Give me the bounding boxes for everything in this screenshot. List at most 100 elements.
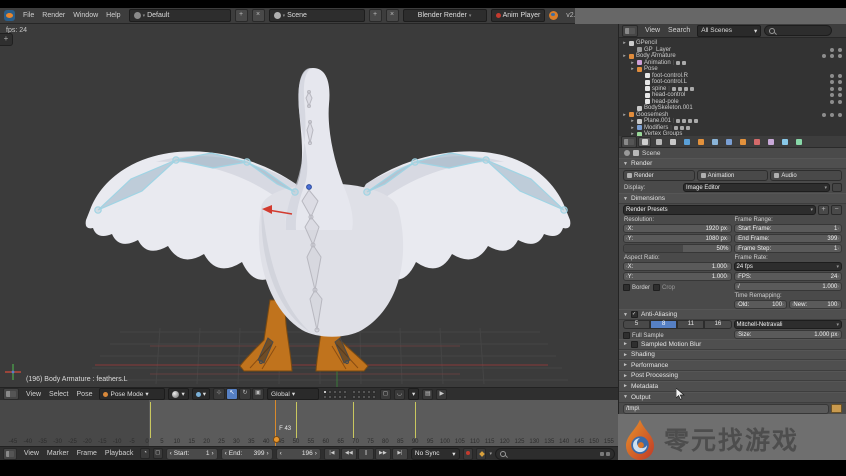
layer-toggle[interactable]: [323, 395, 327, 399]
layer-toggle[interactable]: [323, 390, 327, 394]
bone-icon[interactable]: [682, 61, 686, 65]
tab-material[interactable]: [750, 137, 763, 147]
scale-manipulator-icon[interactable]: ▣: [252, 388, 264, 400]
layer-toggle[interactable]: [362, 390, 366, 394]
menu-item[interactable]: Playback: [101, 450, 137, 457]
shading-dropdown[interactable]: ▾: [168, 388, 188, 400]
restrict-select-icon[interactable]: [838, 93, 842, 97]
menu-item[interactable]: Frame: [73, 450, 101, 457]
layer-toggle[interactable]: [357, 395, 361, 399]
rotate-manipulator-icon[interactable]: ↻: [239, 388, 251, 400]
eye-icon[interactable]: [830, 74, 834, 78]
layer-toggle[interactable]: [372, 395, 376, 399]
restrict-select-icon[interactable]: [838, 74, 842, 78]
menu-item[interactable]: Help: [102, 12, 124, 19]
resolution-y-field[interactable]: ‹Y:1080 px›: [623, 234, 732, 243]
bone-icon[interactable]: [686, 126, 690, 130]
fps-base-field[interactable]: ‹/1.000›: [734, 282, 843, 291]
scene-dropdown[interactable]: ▾ Scene: [269, 9, 365, 22]
restrict-select-icon[interactable]: [838, 80, 842, 84]
bone-icon[interactable]: [680, 126, 684, 130]
panel-header-shading[interactable]: ►Shading: [619, 350, 846, 361]
eye-icon[interactable]: [830, 93, 834, 97]
close-layout-button[interactable]: ×: [252, 9, 265, 22]
lock-ui-icon[interactable]: [832, 183, 842, 192]
render-engine-dropdown[interactable]: Blender Render ▾: [403, 9, 487, 22]
bone-icon[interactable]: [672, 87, 676, 91]
menu-item[interactable]: View: [22, 391, 45, 398]
aspect-x-field[interactable]: ‹X:1.000›: [623, 262, 732, 271]
menu-item[interactable]: Select: [45, 391, 72, 398]
layer-toggle[interactable]: [367, 395, 371, 399]
outliner-search-input[interactable]: [764, 25, 832, 36]
playhead-handle[interactable]: [273, 436, 280, 443]
folder-icon[interactable]: [831, 404, 842, 413]
bone-icon[interactable]: [678, 87, 682, 91]
eye-icon[interactable]: [830, 80, 834, 84]
preview-range-icon[interactable]: ◔: [140, 448, 150, 459]
sync-dropdown[interactable]: No Sync ▾: [411, 448, 460, 460]
panel-header-post-processing[interactable]: ►Post Processing: [619, 371, 846, 382]
pin-icon[interactable]: [624, 150, 630, 156]
panel-header-anti-aliasing[interactable]: ▼ Anti-Aliasing: [619, 309, 846, 320]
full-sample-checkbox[interactable]: [623, 332, 630, 339]
expand-icon[interactable]: ▸: [622, 112, 627, 118]
toolshelf-plus-tab[interactable]: +: [0, 33, 13, 46]
restrict-render-icon[interactable]: [838, 113, 842, 117]
manipulator-axis-icon[interactable]: ⊹: [213, 388, 225, 400]
delete-key-icon[interactable]: [606, 452, 610, 456]
bone-icon[interactable]: [676, 61, 680, 65]
panel-header-output[interactable]: ▼ Output: [619, 392, 846, 403]
tab-data[interactable]: [736, 137, 749, 147]
eye-icon[interactable]: [830, 100, 834, 104]
aa-filter-dropdown[interactable]: Mitchell-Netravali▾: [734, 320, 843, 329]
render-presets-dropdown[interactable]: Render Presets▾: [623, 205, 816, 215]
render-opengl-icon[interactable]: ▤: [422, 389, 433, 400]
eye-icon[interactable]: [830, 48, 834, 52]
eye-icon[interactable]: [822, 54, 826, 58]
layer-toggle[interactable]: [343, 390, 347, 394]
menu-item[interactable]: View: [641, 27, 664, 34]
lock-icon[interactable]: ◻: [380, 389, 391, 400]
expand-icon[interactable]: ▸: [622, 40, 627, 46]
output-path-field[interactable]: /tmp\: [623, 404, 829, 414]
bone-icon[interactable]: [682, 119, 686, 123]
aa-samples-button[interactable]: 16: [704, 320, 731, 329]
resolution-percent-slider[interactable]: 50%: [623, 244, 732, 253]
restrict-select-icon[interactable]: [838, 100, 842, 104]
add-scene-button[interactable]: +: [369, 9, 382, 22]
render-button[interactable]: Render: [623, 170, 695, 181]
transport-button[interactable]: ▶▶: [375, 448, 391, 460]
transport-button[interactable]: ◀◀: [341, 448, 357, 460]
keying-set-field[interactable]: [495, 448, 615, 460]
transport-button[interactable]: ||: [358, 448, 374, 460]
display-filter-dropdown[interactable]: All Scenes ▾: [697, 25, 761, 37]
blender-logo-icon[interactable]: [4, 10, 15, 21]
panel-header-render[interactable]: ▼ Render: [619, 158, 846, 169]
layer-toggle[interactable]: [328, 390, 332, 394]
aa-size-field[interactable]: ‹Size:1.000 px›: [734, 330, 843, 339]
panel-checkbox[interactable]: [631, 341, 638, 348]
lock-time-icon[interactable]: ◻: [153, 448, 163, 459]
keying-icon[interactable]: [476, 448, 486, 460]
layer-toggle[interactable]: [372, 390, 376, 394]
transport-button[interactable]: |◀: [324, 448, 340, 460]
layer-toggle[interactable]: [352, 395, 356, 399]
current-frame-field[interactable]: ‹ 196›: [276, 448, 321, 460]
display-dropdown[interactable]: Image Editor▾: [683, 183, 830, 192]
aspect-y-field[interactable]: ‹Y:1.000›: [623, 272, 732, 281]
tab-constraints[interactable]: [708, 137, 721, 147]
fps-preset-dropdown[interactable]: 24 fps▾: [734, 262, 843, 271]
tab-object[interactable]: [694, 137, 707, 147]
editor-type-icon[interactable]: [3, 388, 19, 400]
layer-toggle[interactable]: [328, 395, 332, 399]
tab-physics[interactable]: [792, 137, 805, 147]
layer-toggle[interactable]: [333, 395, 337, 399]
resolution-x-field[interactable]: ‹X:1920 px›: [623, 224, 732, 233]
tab-render-layers[interactable]: [652, 137, 665, 147]
end-frame-prop-field[interactable]: ‹End Frame:399›: [734, 234, 843, 243]
tab-world[interactable]: [680, 137, 693, 147]
expand-icon[interactable]: ▸: [630, 66, 635, 72]
panel-header-performance[interactable]: ►Performance: [619, 360, 846, 371]
add-layout-button[interactable]: +: [235, 9, 248, 22]
